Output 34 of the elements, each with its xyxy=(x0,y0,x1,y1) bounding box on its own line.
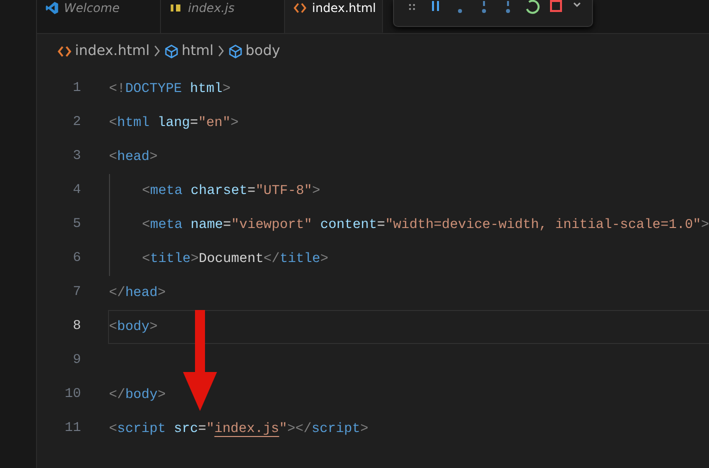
line-number: 1 xyxy=(72,80,81,98)
editor-tab[interactable]: Welcome xyxy=(37,0,161,33)
line-number: 4 xyxy=(72,182,81,200)
code-line: <title>Document</title> xyxy=(142,252,328,266)
html-file-icon xyxy=(293,1,307,15)
cube-icon xyxy=(164,44,179,58)
code-line: <meta name="viewport" content="width=device-width, initial-scale=1.0"> xyxy=(142,218,709,232)
chevron-right-icon xyxy=(216,43,225,59)
code-line: <body> xyxy=(109,320,158,334)
line-number: 8 xyxy=(72,318,81,336)
code-line: </head> xyxy=(109,286,166,300)
code-editor-logo-icon xyxy=(45,1,59,15)
code-line: </body> xyxy=(109,388,166,402)
code-line: <meta charset="UTF-8"> xyxy=(142,184,320,198)
code-line: <head> xyxy=(109,150,158,164)
code-line: <script src="index.js"></script> xyxy=(109,422,368,436)
line-number: 3 xyxy=(72,148,81,166)
code-line: <html lang="en"> xyxy=(109,116,239,130)
line-number: 11 xyxy=(64,420,81,438)
line-number: 9 xyxy=(72,352,81,370)
breadcrumb-item[interactable]: html xyxy=(182,43,214,59)
breadcrumb-item[interactable]: body xyxy=(246,43,280,59)
restart-icon[interactable] xyxy=(524,0,540,16)
line-number: 5 xyxy=(72,216,81,234)
html-file-icon xyxy=(57,44,72,58)
line-number: 2 xyxy=(72,114,81,132)
breadcrumb-item[interactable]: index.html xyxy=(75,43,150,59)
line-number: 6 xyxy=(72,250,81,268)
line-number: 7 xyxy=(72,284,81,302)
cube-icon xyxy=(228,44,243,58)
code-line: <!DOCTYPE html> xyxy=(109,82,231,96)
line-number: 10 xyxy=(64,386,81,404)
editor-tab[interactable]: index.html xyxy=(285,0,383,33)
chevron-right-icon xyxy=(152,43,161,59)
